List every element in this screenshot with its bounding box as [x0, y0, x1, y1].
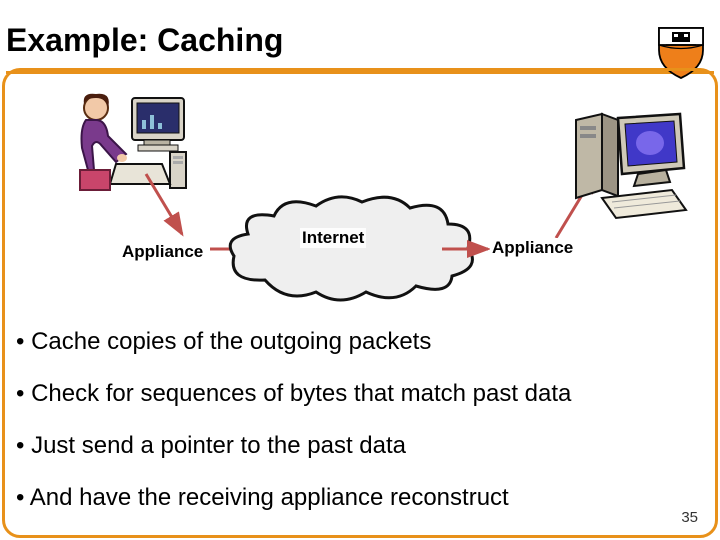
title-bar: Example: Caching [4, 10, 716, 70]
bullet-item: • And have the receiving appliance recon… [16, 484, 704, 512]
server-computer-icon [570, 110, 690, 225]
internet-label: Internet [300, 228, 366, 248]
appliance-left-label: Appliance [120, 242, 205, 262]
title-underline [6, 71, 714, 74]
appliance-right-label: Appliance [490, 238, 575, 258]
bullet-item: • Cache copies of the outgoing packets [16, 328, 704, 356]
bullet-item: • Check for sequences of bytes that matc… [16, 380, 704, 408]
slide-title: Example: Caching [6, 22, 283, 59]
arrow-cloud-to-right-appliance-icon [438, 236, 498, 262]
princeton-shield-icon [656, 24, 706, 85]
bullet-item: • Just send a pointer to the past data [16, 432, 704, 460]
bullet-list: • Cache copies of the outgoing packets •… [16, 328, 704, 536]
arrow-client-to-appliance-icon [140, 168, 200, 248]
page-number: 35 [681, 509, 698, 526]
diagram: Appliance Internet Appliance [20, 90, 700, 310]
